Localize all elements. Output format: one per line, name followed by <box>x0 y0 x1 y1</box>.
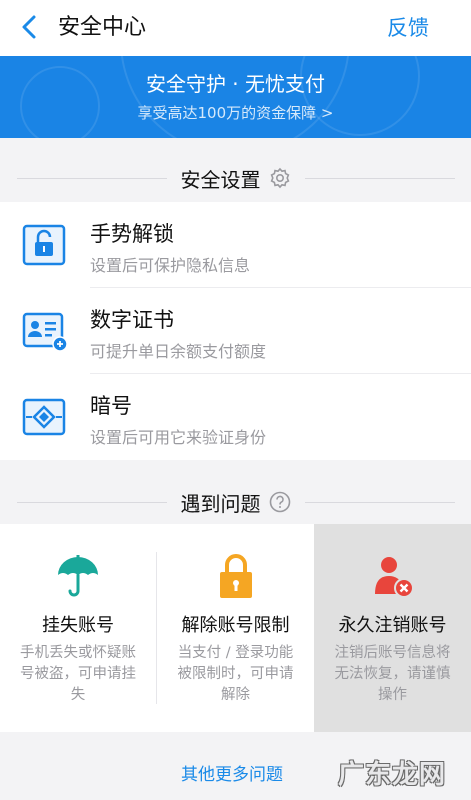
list-item-title: 数字证书 <box>90 308 174 332</box>
list-item-subtitle: 设置后可保护隐私信息 <box>90 256 251 275</box>
watermark: 广东龙网 <box>338 760 447 790</box>
list-item-digital-certificate[interactable]: 数字证书 可提升单日余额支付额度 <box>0 288 471 374</box>
more-problems-link[interactable]: 其他更多问题 <box>181 760 283 785</box>
chevron-left-icon[interactable] <box>14 12 44 42</box>
divider <box>16 177 167 179</box>
security-banner[interactable]: 安全守护 · 无忧支付 享受高达100万的资金保障 > <box>0 56 471 138</box>
feedback-button[interactable]: 反馈 <box>387 0 429 56</box>
security-settings-list: 手势解锁 设置后可保护隐私信息 数字证书 可提升单日余额支付额度 暗号 设置后可… <box>0 202 471 460</box>
banner-subtitle-link[interactable]: 享受高达100万的资金保障 > <box>0 102 471 123</box>
report-loss-card[interactable]: 挂失账号 手机丢失或怀疑账号被盗，可申请挂失 <box>0 524 156 732</box>
list-item-subtitle: 设置后可用它来验证身份 <box>90 428 267 447</box>
problem-cards: 挂失账号 手机丢失或怀疑账号被盗，可申请挂失 解除账号限制 当支付 / 登录功能… <box>0 524 471 732</box>
card-description: 当支付 / 登录功能被限制时，可申请解除 <box>177 645 294 703</box>
lift-restriction-card[interactable]: 解除账号限制 当支付 / 登录功能被限制时，可申请解除 <box>157 524 314 732</box>
list-item-title: 暗号 <box>90 394 132 418</box>
section-title: 安全设置 <box>180 167 261 192</box>
list-item-title: 手势解锁 <box>90 222 174 246</box>
close-account-card[interactable]: 永久注销账号 注销后账号信息将无法恢复，请谨慎操作 <box>314 524 471 732</box>
security-settings-heading: 安全设置 <box>0 146 471 210</box>
card-description: 手机丢失或怀疑账号被盗，可申请挂失 <box>20 645 136 703</box>
list-item-secret-code[interactable]: 暗号 设置后可用它来验证身份 <box>0 374 471 460</box>
divider <box>304 177 455 179</box>
divider <box>16 501 167 503</box>
secret-code-icon <box>22 396 68 438</box>
list-item-subtitle: 可提升单日余额支付额度 <box>90 342 267 361</box>
top-nav-bar: 安全中心 反馈 <box>0 0 471 56</box>
umbrella-icon <box>54 552 102 600</box>
gesture-lock-icon <box>22 224 68 266</box>
card-description: 注销后账号信息将无法恢复，请谨慎操作 <box>334 645 451 703</box>
list-item-gesture-lock[interactable]: 手势解锁 设置后可保护隐私信息 <box>0 202 471 288</box>
card-title: 挂失账号 <box>42 615 114 636</box>
page-title: 安全中心 <box>58 15 147 40</box>
section-title: 遇到问题 <box>180 491 261 516</box>
card-title: 解除账号限制 <box>181 615 290 636</box>
banner-title: 安全守护 · 无忧支付 <box>145 72 326 96</box>
question-icon[interactable] <box>269 491 291 513</box>
card-title: 永久注销账号 <box>338 615 447 636</box>
padlock-icon <box>212 552 260 600</box>
gear-icon <box>269 167 291 189</box>
delete-user-icon <box>369 552 417 600</box>
digital-certificate-icon <box>22 310 68 352</box>
divider <box>304 501 455 503</box>
